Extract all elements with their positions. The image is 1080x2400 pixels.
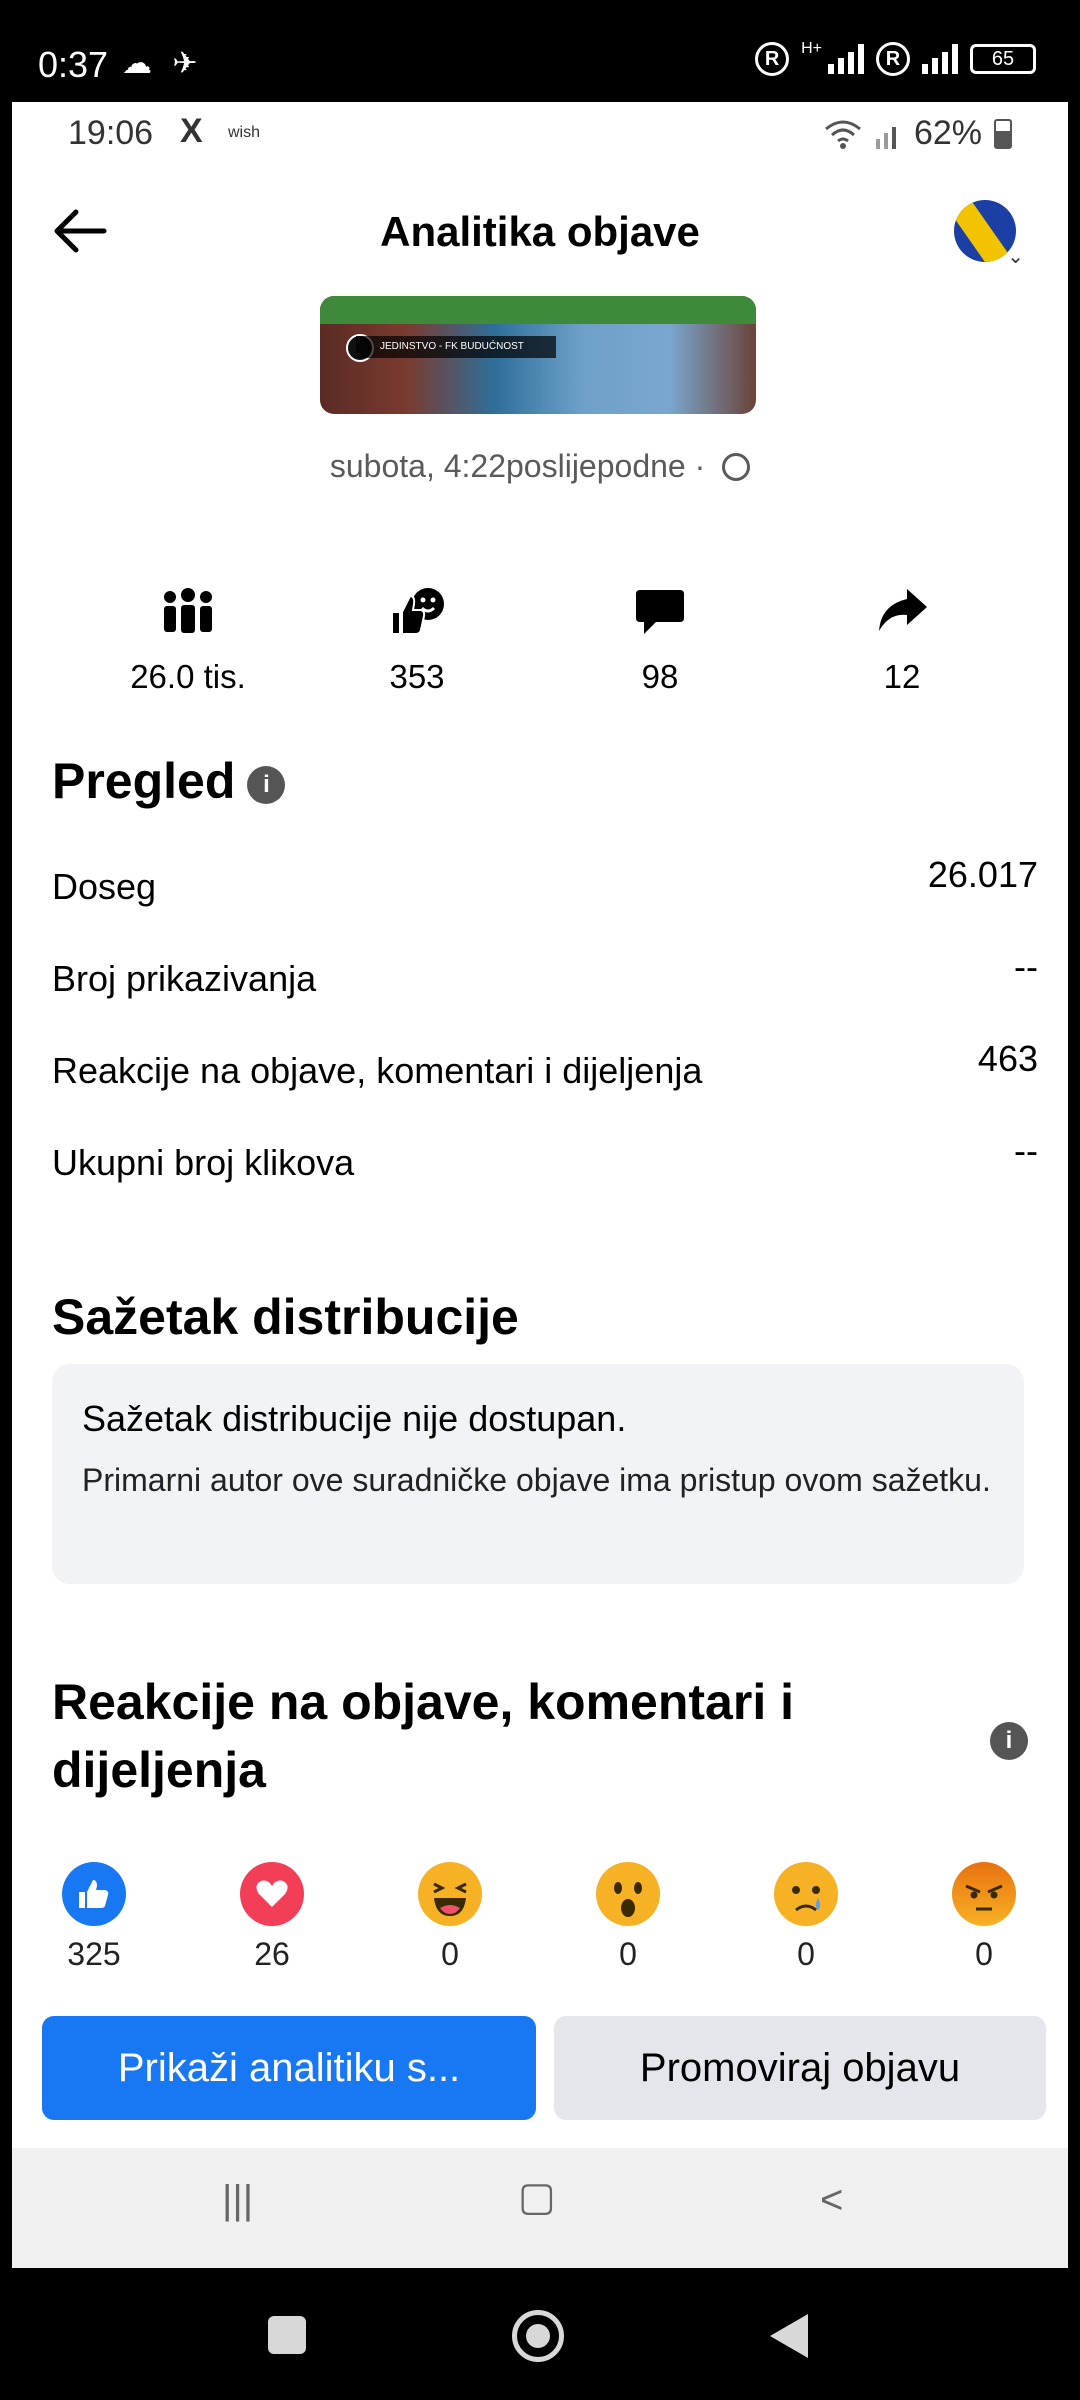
network-type-label: H+	[801, 40, 822, 57]
battery-level: 65	[991, 47, 1015, 70]
overview-row-clicks: Ukupni broj klikova --	[52, 1130, 1038, 1184]
chevron-down-icon[interactable]: ⌄	[1007, 244, 1024, 269]
reaction-count: 26	[254, 1936, 290, 1972]
reaction-count: 0	[441, 1936, 459, 1972]
wow-icon	[596, 1862, 660, 1926]
row-label: Doseg	[52, 866, 157, 907]
stat-comments-value: 98	[641, 658, 679, 695]
post-timestamp: subota, 4:22poslijepodne ·	[329, 448, 706, 484]
thumbnail-caption: JEDINSTVO - FK BUDUĆNOST	[356, 336, 556, 358]
info-icon[interactable]: i	[990, 1722, 1028, 1760]
recents-icon[interactable]	[268, 2316, 306, 2354]
overview-title: Pregled	[52, 753, 236, 809]
row-label: Broj prikazivanja	[52, 958, 317, 999]
view-analytics-button[interactable]: Prikaži analitiku s...	[42, 2016, 536, 2120]
inner-battery-percent: 62%	[913, 114, 982, 152]
row-label: Ukupni broj klikova	[52, 1142, 355, 1183]
app-screen: 19:06 X wish 62% Analitika objave ⌄ JEDI…	[12, 102, 1068, 2268]
stat-comments: 98	[560, 580, 760, 696]
stat-shares: 12	[802, 580, 1002, 696]
angry-icon	[952, 1862, 1016, 1926]
globe-icon	[722, 453, 751, 481]
distribution-title: Sažetak distribucije	[52, 1289, 519, 1345]
notification-icons: ☁ ✈	[122, 47, 204, 80]
reaction-count: 0	[797, 1936, 815, 1972]
row-value: 26.017	[927, 854, 1038, 895]
home-icon[interactable]: ▢	[518, 2174, 556, 2220]
back-icon[interactable]: <	[820, 2178, 843, 2223]
system-nav-bar	[0, 2268, 1080, 2400]
row-value: 463	[977, 1038, 1038, 1079]
thumbnail-pitch	[320, 296, 756, 324]
comment-icon	[636, 590, 684, 634]
promote-post-button[interactable]: Promoviraj objavu	[554, 2016, 1046, 2120]
distribution-heading: Sažetak distribucije nije dostupan.	[82, 1398, 627, 1439]
stat-reactions: 353	[317, 580, 517, 696]
haha-icon	[418, 1862, 482, 1926]
reactions-icon	[391, 588, 444, 635]
overview-row-impressions: Broj prikazivanja --	[52, 946, 1038, 1000]
reactions-title: Reakcije na objave, komentari i dijeljen…	[52, 1674, 794, 1798]
reaction-count: 0	[619, 1936, 637, 1972]
overview-heading: Pregled i	[52, 752, 286, 810]
reaction-sad: 0	[746, 1862, 866, 1973]
signal-icon	[875, 126, 896, 149]
reaction-count: 0	[975, 1936, 993, 1972]
reaction-love: 26	[212, 1862, 332, 1973]
outer-status-right: R H+ R 65	[755, 40, 1036, 76]
reaction-count: 325	[67, 1936, 121, 1972]
app-header: Analitika objave ⌄	[12, 182, 1068, 282]
row-value: --	[1014, 946, 1038, 987]
overview-row-engagement: Reakcije na objave, komentari i dijeljen…	[52, 1038, 1038, 1092]
x-app-icon: X	[180, 112, 203, 150]
battery-icon	[994, 118, 1012, 149]
reaction-angry: 0	[924, 1862, 1044, 1973]
outer-status-bar: 0:37 ☁ ✈ R H+ R 65	[0, 0, 1080, 102]
reach-people-icon	[164, 588, 212, 633]
stat-reactions-value: 353	[389, 658, 445, 695]
signal-icon	[922, 44, 958, 74]
wish-app-icon: wish	[228, 124, 261, 141]
distribution-box: Sažetak distribucije nije dostupan. Prim…	[52, 1364, 1024, 1584]
stat-reach-value: 26.0 tis.	[130, 658, 246, 695]
reactions-row: 325 26 0 0 0 0	[12, 1862, 1068, 1992]
recents-icon[interactable]: |||	[222, 2178, 253, 2223]
inner-status-right: 62%	[824, 114, 1012, 153]
reaction-like: 325	[34, 1862, 154, 1973]
outer-clock: 0:37	[38, 44, 109, 85]
overview-row-reach: Doseg 26.017	[52, 854, 1038, 908]
post-thumbnail[interactable]: JEDINSTVO - FK BUDUĆNOST	[320, 296, 756, 414]
back-icon[interactable]	[770, 2314, 808, 2358]
reaction-haha: 0	[390, 1862, 510, 1973]
like-icon	[62, 1862, 126, 1926]
inner-status-bar: 19:06 X wish 62%	[12, 102, 1068, 168]
wifi-icon	[824, 120, 861, 149]
row-label: Reakcije na objave, komentari i dijeljen…	[52, 1050, 703, 1091]
share-icon	[879, 589, 927, 631]
stats-row: 26.0 tis. 353 98 12	[12, 580, 1068, 710]
stat-shares-value: 12	[883, 658, 921, 695]
info-icon[interactable]: i	[247, 766, 286, 804]
inner-clock: 19:06	[68, 114, 154, 152]
registered-icon: R	[876, 42, 910, 76]
post-meta: subota, 4:22poslijepodne ·	[12, 448, 1068, 485]
page-title: Analitika objave	[380, 208, 700, 255]
stat-reach: 26.0 tis.	[88, 580, 288, 696]
signal-icon	[828, 44, 864, 74]
battery-icon: 65	[970, 44, 1036, 74]
row-value: --	[1014, 1130, 1038, 1171]
sad-icon	[774, 1862, 838, 1926]
distribution-text: Primarni autor ove suradničke objave ima…	[82, 1462, 991, 1498]
registered-icon: R	[755, 42, 790, 76]
love-icon	[240, 1862, 304, 1926]
home-icon[interactable]	[512, 2310, 564, 2362]
app-nav-bar: ||| ▢ <	[12, 2148, 1068, 2268]
reaction-wow: 0	[568, 1862, 688, 1973]
